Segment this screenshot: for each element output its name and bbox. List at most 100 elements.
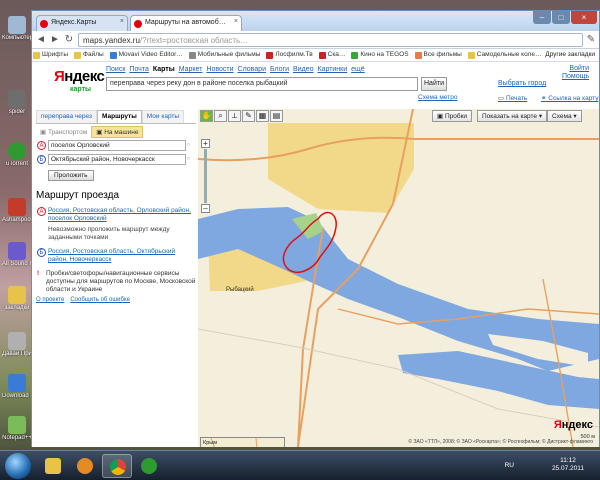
choose-city-link[interactable]: Выбрать город — [498, 80, 546, 87]
yandex-logo[interactable]: Яндекс — [54, 68, 105, 85]
build-route-button[interactable]: Проложить — [48, 170, 94, 181]
service-blogs[interactable]: Блоги — [270, 66, 289, 73]
taskbar-mediaplayer[interactable] — [70, 454, 100, 478]
download-icon — [8, 374, 26, 392]
folder-icon — [33, 52, 40, 59]
close-tab-icon[interactable]: × — [234, 18, 238, 25]
service-mail[interactable]: Почта — [129, 66, 148, 73]
address-bar[interactable]: maps.yandex.ru/?rtext=ростовская область… — [78, 33, 583, 47]
service-search[interactable]: Поиск — [106, 66, 125, 73]
map-type-button[interactable]: Схема ▾ — [547, 110, 582, 122]
tab-routes-panel[interactable]: Маршруты — [96, 110, 142, 123]
close-tab-icon[interactable]: × — [120, 18, 124, 25]
point-b-input[interactable]: Октябрьский район, Новочеркасск — [48, 154, 186, 165]
traffic-warning: ! Пробки/светофоры/навигационные сервисы… — [37, 270, 196, 293]
point-b-icon: Б — [37, 155, 46, 164]
find-button[interactable]: Найти — [421, 77, 447, 91]
route-point-b: Б Октябрьский район, Новочеркасск ○ — [36, 154, 196, 166]
zoom-control: + – — [201, 139, 210, 214]
print-link[interactable]: ▭ Печать — [498, 94, 527, 102]
bookmark-item[interactable]: Все фильмы — [414, 49, 465, 59]
logo-subtitle: карты — [70, 86, 91, 93]
desktop-icon-sound-recorder[interactable]: All Sound Recorder — [2, 240, 32, 278]
maximize-icon[interactable]: □ — [552, 11, 570, 24]
taskbar-chrome[interactable] — [102, 454, 132, 478]
service-more[interactable]: ещё — [351, 66, 365, 73]
search-input[interactable]: переправа через реку дон в районе поселк… — [106, 77, 418, 91]
mode-transport[interactable]: ▣ Транспортом — [36, 127, 91, 137]
ruler-tool-icon[interactable]: ⟂ — [228, 110, 241, 122]
clear-icon[interactable]: ○ — [186, 142, 190, 148]
tab-yandex-maps[interactable]: Яндекс.Карты × — [36, 15, 128, 31]
desktop-icon-utorrent[interactable]: uTorrent — [2, 140, 32, 178]
wrench-icon[interactable]: ✎ — [585, 34, 597, 46]
bookmark-item[interactable]: Кино на TEGOS — [350, 49, 411, 59]
service-images[interactable]: Картинки — [317, 66, 347, 73]
mode-car[interactable]: ▣ На машине — [91, 126, 144, 138]
pencil-tool-icon[interactable]: ✎ — [242, 110, 255, 122]
close-window-icon[interactable]: × — [571, 11, 597, 24]
service-market[interactable]: Маркет — [179, 66, 203, 73]
desktop-icon-program[interactable]: Давай Пpиобрести — [2, 330, 32, 368]
bookmark-item[interactable]: Шрифты — [32, 49, 71, 59]
tab-search-result[interactable]: переправа через — [36, 110, 97, 123]
desktop-icon-spider[interactable]: spider — [2, 88, 32, 126]
login-link[interactable]: Войти — [562, 65, 589, 73]
about-link[interactable]: О проекте — [36, 297, 64, 303]
bookmark-item[interactable]: Ска… — [318, 49, 349, 59]
traffic-button[interactable]: ▣ Пробки — [432, 110, 473, 122]
service-maps[interactable]: Карты — [153, 66, 175, 73]
other-bookmarks[interactable]: Другие закладки — [545, 51, 595, 58]
help-link[interactable]: Помощь — [562, 73, 589, 81]
microphone-icon — [8, 242, 26, 260]
folder-icon — [467, 52, 475, 59]
map-link[interactable]: ⚭ Ссылка на карту — [541, 94, 598, 102]
taskbar-utorrent[interactable] — [134, 454, 164, 478]
zoom-slider[interactable] — [204, 149, 207, 203]
desktop-icon-notepad[interactable]: Notepad++ — [2, 414, 32, 452]
metro-link[interactable]: Схема метро — [418, 94, 457, 101]
show-on-map-button[interactable]: Показать на карте ▾ — [477, 110, 548, 122]
point-a-icon: A — [37, 141, 46, 150]
back-arrow-icon[interactable]: ◄ — [35, 34, 47, 46]
bookmark-item[interactable]: Самодельные коле… — [467, 49, 545, 59]
point-a-input[interactable]: поселок Орловский — [48, 140, 186, 151]
desktop-icon-computer[interactable]: Компьютер — [2, 14, 32, 52]
route-point-a: A поселок Орловский ○ — [36, 140, 196, 152]
left-panel: переправа через Маршруты Мои карты ▣ Транс… — [36, 110, 196, 447]
reload-icon[interactable]: ↻ — [63, 34, 75, 46]
bookmark-item[interactable]: Файлы — [73, 49, 107, 59]
clear-icon[interactable]: ○ — [186, 156, 190, 162]
system-clock[interactable]: 11:12 25.07.2011 — [552, 457, 584, 473]
point-b-icon: Б — [37, 248, 46, 257]
language-indicator[interactable]: RU — [505, 462, 514, 469]
desktop-icon-ashampoo[interactable]: Ashampoo Burning — [2, 196, 32, 234]
grid-tool-icon[interactable]: ▤ — [270, 110, 283, 122]
overview-map[interactable]: Крым — [200, 437, 285, 447]
route-step-b[interactable]: Б Россия, Ростовская область, Октябрьски… — [36, 248, 196, 264]
service-news[interactable]: Новости — [206, 66, 233, 73]
browser-window: Яндекс.Карты × Маршруты на автомоб… × – □ × … — [31, 10, 600, 447]
report-error-link[interactable]: Сообщить об ошибке — [70, 297, 130, 303]
start-button[interactable] — [5, 453, 31, 479]
service-dictionaries[interactable]: Словари — [238, 66, 266, 73]
map-view[interactable]: ✋ ⌕ ⟂ ✎ ▦ ▤ ▣ Пробки Показать на карте ▾… — [198, 109, 599, 447]
bookmark-item[interactable]: Мобильные фильмы — [188, 49, 264, 59]
service-video[interactable]: Видео — [293, 66, 313, 73]
layers-tool-icon[interactable]: ▦ — [256, 110, 269, 122]
desktop-icon-download-master[interactable]: Download Master — [2, 372, 32, 410]
zoom-in-icon[interactable]: + — [201, 139, 210, 148]
hand-tool-icon[interactable]: ✋ — [200, 110, 213, 122]
minimize-icon[interactable]: – — [533, 11, 551, 24]
forward-arrow-icon[interactable]: ► — [49, 34, 61, 46]
zoom-tool-icon[interactable]: ⌕ — [214, 110, 227, 122]
tab-my-maps[interactable]: Мои карты — [141, 110, 185, 123]
desktop-icon-bookmarks[interactable]: закладки — [2, 284, 32, 322]
tab-routes[interactable]: Маршруты на автомоб… × — [130, 15, 242, 31]
user-links: Войти Помощь — [562, 65, 589, 81]
bookmark-item[interactable]: Лосфилм.Тв — [265, 49, 315, 59]
bookmark-item[interactable]: Movavi Video Editor… — [109, 49, 186, 59]
route-step-a[interactable]: A Россия, Ростовская область, Орловский … — [36, 207, 196, 223]
taskbar-explorer[interactable] — [38, 454, 68, 478]
zoom-out-icon[interactable]: – — [201, 204, 210, 213]
